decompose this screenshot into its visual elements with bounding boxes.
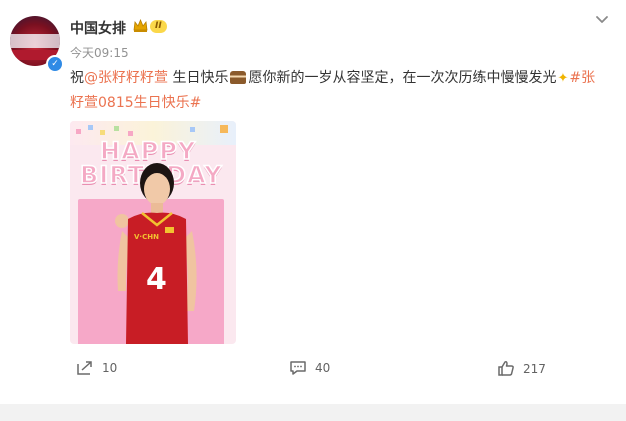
- content-prefix: 祝: [70, 70, 84, 86]
- hashtag-link-part1[interactable]: #张: [569, 70, 595, 86]
- vip-badge[interactable]: II: [150, 20, 167, 33]
- crown-icon[interactable]: [133, 19, 148, 32]
- cake-emoji: [230, 71, 247, 84]
- hashtag-link-part2[interactable]: 籽萱0815生日快乐#: [70, 95, 201, 111]
- post-content: 祝@张籽籽籽萱 生日快乐 愿你新的一岁从容坚定，在一次次历练中慢慢发光✦#张籽萱0…: [70, 66, 610, 116]
- post-divider: [0, 404, 626, 421]
- jersey-number: 4: [146, 262, 167, 297]
- comment-count: 40: [315, 361, 331, 375]
- avatar-band: [10, 34, 60, 48]
- content-after-cake: 愿你新的一岁从容坚定，在一次次历练中慢慢发光: [248, 70, 557, 86]
- comment-icon: [290, 361, 306, 375]
- comment-button[interactable]: 40: [289, 360, 330, 376]
- player-photo: V·CHN 4: [115, 163, 197, 344]
- repost-button[interactable]: 10: [76, 360, 117, 376]
- chevron-down-icon[interactable]: [594, 12, 610, 28]
- svg-text:V·CHN: V·CHN: [134, 233, 159, 241]
- sparkle-emoji: ✦: [557, 71, 569, 86]
- like-icon: [498, 361, 514, 376]
- like-button[interactable]: 217: [497, 360, 546, 377]
- mention-link[interactable]: @张籽籽籽萱: [84, 70, 168, 86]
- post-time[interactable]: 今天09:15: [70, 44, 129, 61]
- repost-icon: [77, 361, 92, 375]
- author-name[interactable]: 中国女排: [70, 18, 126, 38]
- action-bar: 10 40 217: [0, 360, 626, 386]
- content-middle: 生日快乐: [168, 70, 229, 86]
- repost-count: 10: [102, 361, 118, 375]
- verified-icon: ✓: [46, 55, 64, 73]
- post-image[interactable]: HAPPY BIRTHDAY V·CHN 4: [70, 121, 236, 344]
- like-count: 217: [523, 361, 546, 376]
